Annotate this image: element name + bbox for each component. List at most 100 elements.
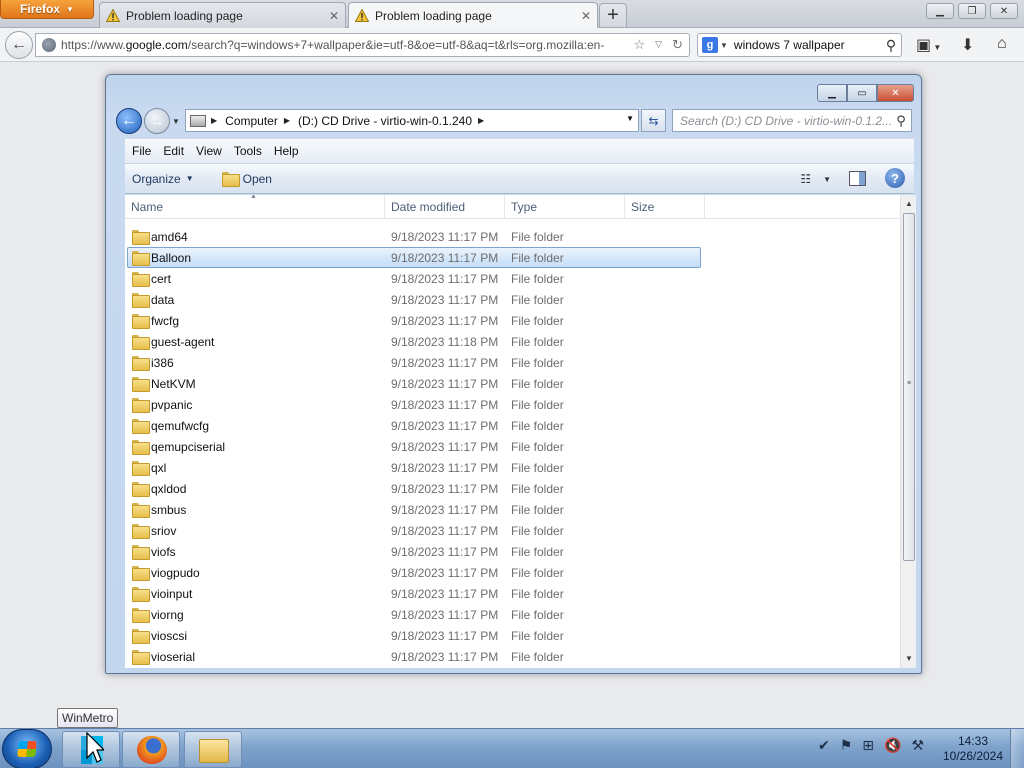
help-button[interactable]: ?: [885, 168, 905, 188]
column-header-date[interactable]: Date modified: [385, 195, 505, 219]
scroll-thumb[interactable]: ≡: [903, 213, 915, 561]
chevron-right-icon[interactable]: ▶: [478, 116, 484, 125]
open-button[interactable]: Open: [221, 172, 272, 187]
close-window-button[interactable]: ✕: [990, 3, 1018, 19]
file-row-fwcfg[interactable]: fwcfg 9/18/2023 11:17 PM File folder: [125, 310, 900, 331]
url-text: https://www.google.com/search?q=windows+…: [61, 38, 605, 52]
search-icon[interactable]: ⚲: [881, 37, 901, 54]
google-icon[interactable]: g: [702, 37, 718, 53]
search-value: windows 7 wallpaper: [733, 38, 845, 52]
taskbar-explorer[interactable]: [184, 731, 242, 768]
column-header-type[interactable]: Type: [505, 195, 625, 219]
file-row-cert[interactable]: cert 9/18/2023 11:17 PM File folder: [125, 268, 900, 289]
close-tab-icon[interactable]: ✕: [581, 9, 591, 23]
file-row-netkvm[interactable]: NetKVM 9/18/2023 11:17 PM File folder: [125, 373, 900, 394]
file-row-qemupciserial[interactable]: qemupciserial 9/18/2023 11:17 PM File fold…: [125, 436, 900, 457]
grip-icon: ≡: [907, 380, 912, 387]
breadcrumb-cd-drive[interactable]: (D:) CD Drive - virtio-win-0.1.240: [298, 114, 472, 128]
file-row-data[interactable]: data 9/18/2023 11:17 PM File folder: [125, 289, 900, 310]
explorer-back-button[interactable]: ←: [116, 108, 142, 134]
volume-muted-icon[interactable]: 🔇: [884, 737, 901, 754]
address-dropdown-icon[interactable]: ▼: [626, 114, 634, 123]
menu-edit[interactable]: Edit: [157, 144, 190, 158]
flag-icon[interactable]: ⚑: [840, 737, 853, 754]
back-button[interactable]: ←: [5, 31, 33, 59]
taskbar-firefox[interactable]: [122, 731, 180, 768]
menu-tools[interactable]: Tools: [228, 144, 268, 158]
vertical-scrollbar[interactable]: ▲ ≡ ▼: [900, 195, 916, 668]
file-name: qemufwcfg: [151, 419, 210, 433]
menu-view[interactable]: View: [190, 144, 228, 158]
reload-icon[interactable]: ↻: [672, 37, 683, 53]
downloads-icon[interactable]: ⬇: [961, 35, 974, 55]
history-dropdown-icon[interactable]: ▽: [655, 39, 662, 53]
chevron-right-icon[interactable]: ▶: [284, 116, 290, 125]
minimize-window-button[interactable]: ▁: [926, 3, 954, 19]
mouse-cursor-icon: [86, 732, 104, 763]
explorer-maximize-button[interactable]: ▭: [847, 84, 877, 102]
file-row-i386[interactable]: i386 9/18/2023 11:17 PM File folder: [125, 352, 900, 373]
explorer-minimize-button[interactable]: ▁: [817, 84, 847, 102]
explorer-window: ▁ ▭ ✕ ← → ▼ ▶ Computer ▶ (D:) CD Drive -…: [105, 74, 922, 674]
file-row-pvpanic[interactable]: pvpanic 9/18/2023 11:17 PM File folder: [125, 394, 900, 415]
file-row-smbus[interactable]: smbus 9/18/2023 11:17 PM File folder: [125, 499, 900, 520]
arrow-right-icon: →: [150, 113, 164, 129]
column-header-name[interactable]: Name: [125, 195, 385, 219]
bookmarks-menu-icon[interactable]: ▣ ▼: [916, 35, 941, 55]
tab-problem-loading-2[interactable]: Problem loading page ✕: [348, 2, 598, 28]
firefox-menu-button[interactable]: Firefox ▼: [0, 0, 94, 19]
organize-button[interactable]: Organize ▼: [132, 172, 194, 186]
file-row-sriov[interactable]: sriov 9/18/2023 11:17 PM File folder: [125, 520, 900, 541]
new-tab-button[interactable]: +: [599, 3, 627, 27]
file-row-vioscsi[interactable]: vioscsi 9/18/2023 11:17 PM File folder: [125, 625, 900, 646]
search-icon[interactable]: ⚲: [891, 113, 911, 129]
network-icon[interactable]: ⊞: [862, 737, 874, 754]
breadcrumb-computer[interactable]: Computer: [225, 114, 278, 128]
tool-icon[interactable]: ⚒: [911, 737, 924, 754]
address-bar[interactable]: ▶ Computer ▶ (D:) CD Drive - virtio-win-…: [185, 109, 639, 132]
chevron-down-icon[interactable]: ▼: [720, 41, 728, 50]
restore-window-button[interactable]: ❐: [958, 3, 986, 19]
explorer-refresh-button[interactable]: ⇆: [641, 109, 666, 132]
explorer-close-button[interactable]: ✕: [877, 84, 914, 102]
start-button[interactable]: [2, 729, 52, 768]
preview-pane-button[interactable]: [849, 171, 866, 186]
scroll-up-arrow[interactable]: ▲: [901, 196, 916, 212]
file-type: File folder: [511, 335, 564, 349]
explorer-forward-button[interactable]: →: [144, 108, 170, 134]
chevron-right-icon[interactable]: ▶: [211, 116, 217, 125]
clock-time: 14:33: [957, 734, 989, 748]
column-header-size[interactable]: Size: [625, 195, 705, 219]
url-bar[interactable]: https://www.google.com/search?q=windows+…: [35, 33, 690, 57]
file-type: File folder: [511, 566, 564, 580]
home-icon[interactable]: ⌂: [997, 35, 1007, 53]
file-row-vioinput[interactable]: vioinput 9/18/2023 11:17 PM File folder: [125, 583, 900, 604]
system-tray: ✔ ⚑ ⊞ 🔇 ⚒: [818, 737, 924, 754]
file-row-qxldod[interactable]: qxldod 9/18/2023 11:17 PM File folder: [125, 478, 900, 499]
file-rows: amd64 9/18/2023 11:17 PM File folder Balloo…: [125, 226, 900, 667]
tab-problem-loading-1[interactable]: Problem loading page ✕: [99, 2, 346, 28]
recent-pages-dropdown-icon[interactable]: ▼: [172, 117, 180, 126]
change-view-button[interactable]: ☷ ▼: [800, 172, 831, 186]
menu-help[interactable]: Help: [268, 144, 305, 158]
file-row-amd64[interactable]: amd64 9/18/2023 11:17 PM File folder: [125, 226, 900, 247]
clock[interactable]: 14:33 10/26/2024: [938, 734, 1008, 764]
file-name: pvpanic: [151, 398, 193, 412]
file-row-vioserial[interactable]: vioserial 9/18/2023 11:17 PM File folder: [125, 646, 900, 667]
search-bar[interactable]: g ▼ windows 7 wallpaper ⚲: [697, 33, 902, 57]
file-row-viorng[interactable]: viorng 9/18/2023 11:17 PM File folder: [125, 604, 900, 625]
file-row-viogpudo[interactable]: viogpudo 9/18/2023 11:17 PM File folder: [125, 562, 900, 583]
file-row-qemufwcfg[interactable]: qemufwcfg 9/18/2023 11:17 PM File folder: [125, 415, 900, 436]
show-desktop-button[interactable]: [1010, 729, 1024, 768]
scroll-down-arrow[interactable]: ▼: [901, 651, 916, 667]
file-row-balloon[interactable]: Balloon 9/18/2023 11:17 PM File folder: [125, 247, 900, 268]
file-row-qxl[interactable]: qxl 9/18/2023 11:17 PM File folder: [125, 457, 900, 478]
file-row-viofs[interactable]: viofs 9/18/2023 11:17 PM File folder: [125, 541, 900, 562]
file-row-guest-agent[interactable]: guest-agent 9/18/2023 11:18 PM File folder: [125, 331, 900, 352]
explorer-search-box[interactable]: Search (D:) CD Drive - virtio-win-0.1.2.…: [672, 109, 912, 132]
menu-file[interactable]: File: [125, 144, 157, 158]
close-tab-icon[interactable]: ✕: [329, 9, 339, 23]
file-date: 9/18/2023 11:17 PM: [391, 545, 499, 559]
bookmark-star-icon[interactable]: ☆: [634, 37, 646, 53]
action-center-icon[interactable]: ✔: [818, 737, 830, 754]
